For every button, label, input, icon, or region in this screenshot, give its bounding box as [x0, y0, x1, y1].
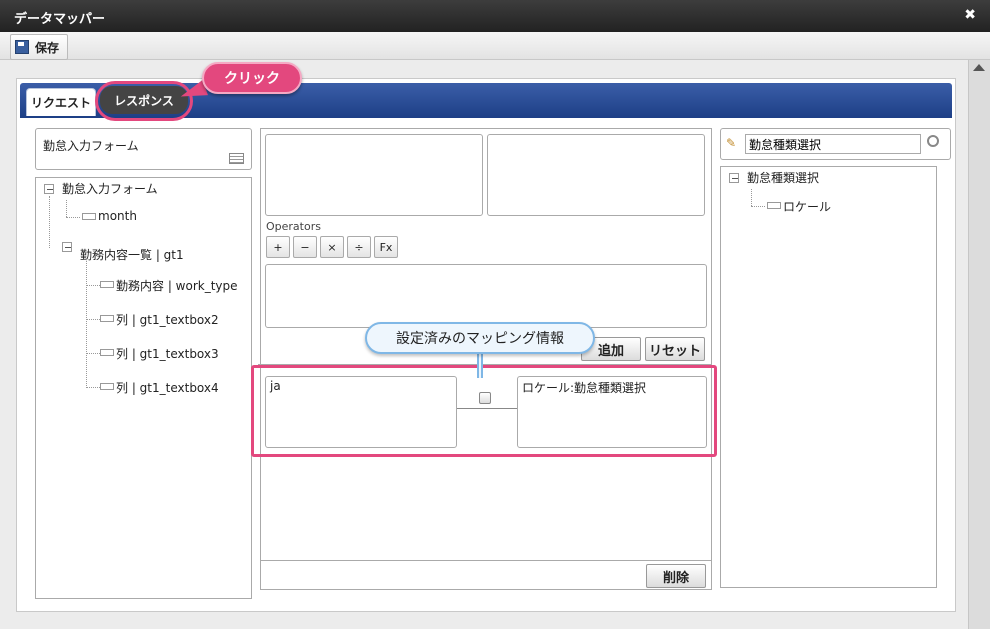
highlight-ring	[95, 81, 193, 121]
tree-item-month[interactable]: month	[98, 209, 137, 223]
click-callout: クリック	[202, 62, 302, 94]
node-icon	[100, 383, 114, 390]
right-tree-child[interactable]: ロケール	[783, 198, 831, 215]
node-icon	[100, 315, 114, 322]
save-button[interactable]: 保存	[10, 34, 69, 60]
tree-line	[86, 387, 100, 388]
divide-button[interactable]: ÷	[347, 236, 371, 258]
scrollbar[interactable]	[968, 60, 990, 629]
tree-line	[751, 189, 752, 206]
left-tree-panel: 勤怠入力フォーム month 勤務内容一覧 | gt1 勤務内容 | work_…	[35, 177, 252, 599]
collapse-icon[interactable]	[62, 242, 72, 252]
tree-line	[86, 258, 87, 388]
delete-button[interactable]: 削除	[646, 564, 706, 588]
window-title: データマッパー	[14, 12, 106, 27]
info-callout: 設定済みのマッピング情報	[365, 322, 595, 354]
list-icon[interactable]	[229, 153, 244, 164]
scroll-up-icon[interactable]	[973, 64, 985, 71]
tree-line	[49, 196, 50, 248]
search-input[interactable]	[745, 134, 921, 154]
tree-item-gt1[interactable]: 勤務内容一覧 | gt1	[80, 246, 184, 263]
source-box[interactable]	[265, 134, 483, 216]
tree-line	[751, 206, 765, 207]
collapse-icon[interactable]	[729, 173, 739, 183]
tree-subitem[interactable]: 列 | gt1_textbox4	[116, 379, 219, 396]
toolbar: 保存	[0, 32, 990, 60]
form-name-box: 勤怠入力フォーム	[35, 128, 252, 170]
tree-line	[86, 319, 100, 320]
node-icon	[100, 281, 114, 288]
tree-line	[86, 353, 100, 354]
target-box[interactable]	[487, 134, 705, 216]
save-label: 保存	[35, 40, 60, 55]
search-box: ✎	[720, 128, 951, 160]
right-tree-panel: 勤怠種類選択 ロケール	[720, 166, 937, 588]
close-icon[interactable]: ✖	[964, 7, 976, 23]
right-tree-root[interactable]: 勤怠種類選択	[747, 169, 819, 186]
node-icon	[767, 202, 781, 209]
divider	[260, 560, 712, 561]
search-icon[interactable]	[927, 135, 939, 147]
node-icon	[100, 349, 114, 356]
node-icon	[82, 213, 96, 220]
tree-line	[66, 200, 67, 217]
info-callout-tail	[477, 352, 483, 378]
tree-line	[86, 285, 100, 286]
mapping-highlight	[251, 365, 717, 457]
floppy-icon	[15, 40, 29, 54]
wand-icon: ✎	[726, 136, 737, 150]
window-titlebar: データマッパー ✖	[0, 0, 990, 32]
tree-root[interactable]: 勤怠入力フォーム	[62, 180, 158, 197]
tree-subitem[interactable]: 勤務内容 | work_type	[116, 277, 238, 294]
reset-button[interactable]: リセット	[645, 337, 705, 361]
tree-subitem[interactable]: 列 | gt1_textbox3	[116, 345, 219, 362]
tab-request[interactable]: リクエスト	[26, 88, 96, 116]
expression-box[interactable]	[265, 264, 707, 328]
multiply-button[interactable]: ×	[320, 236, 344, 258]
plus-button[interactable]: +	[266, 236, 290, 258]
form-name: 勤怠入力フォーム	[43, 139, 139, 153]
collapse-icon[interactable]	[44, 184, 54, 194]
function-button[interactable]: Fx	[374, 236, 398, 258]
minus-button[interactable]: −	[293, 236, 317, 258]
operators-label: Operators	[266, 220, 321, 233]
tree-subitem[interactable]: 列 | gt1_textbox2	[116, 311, 219, 328]
tree-line	[66, 217, 80, 218]
